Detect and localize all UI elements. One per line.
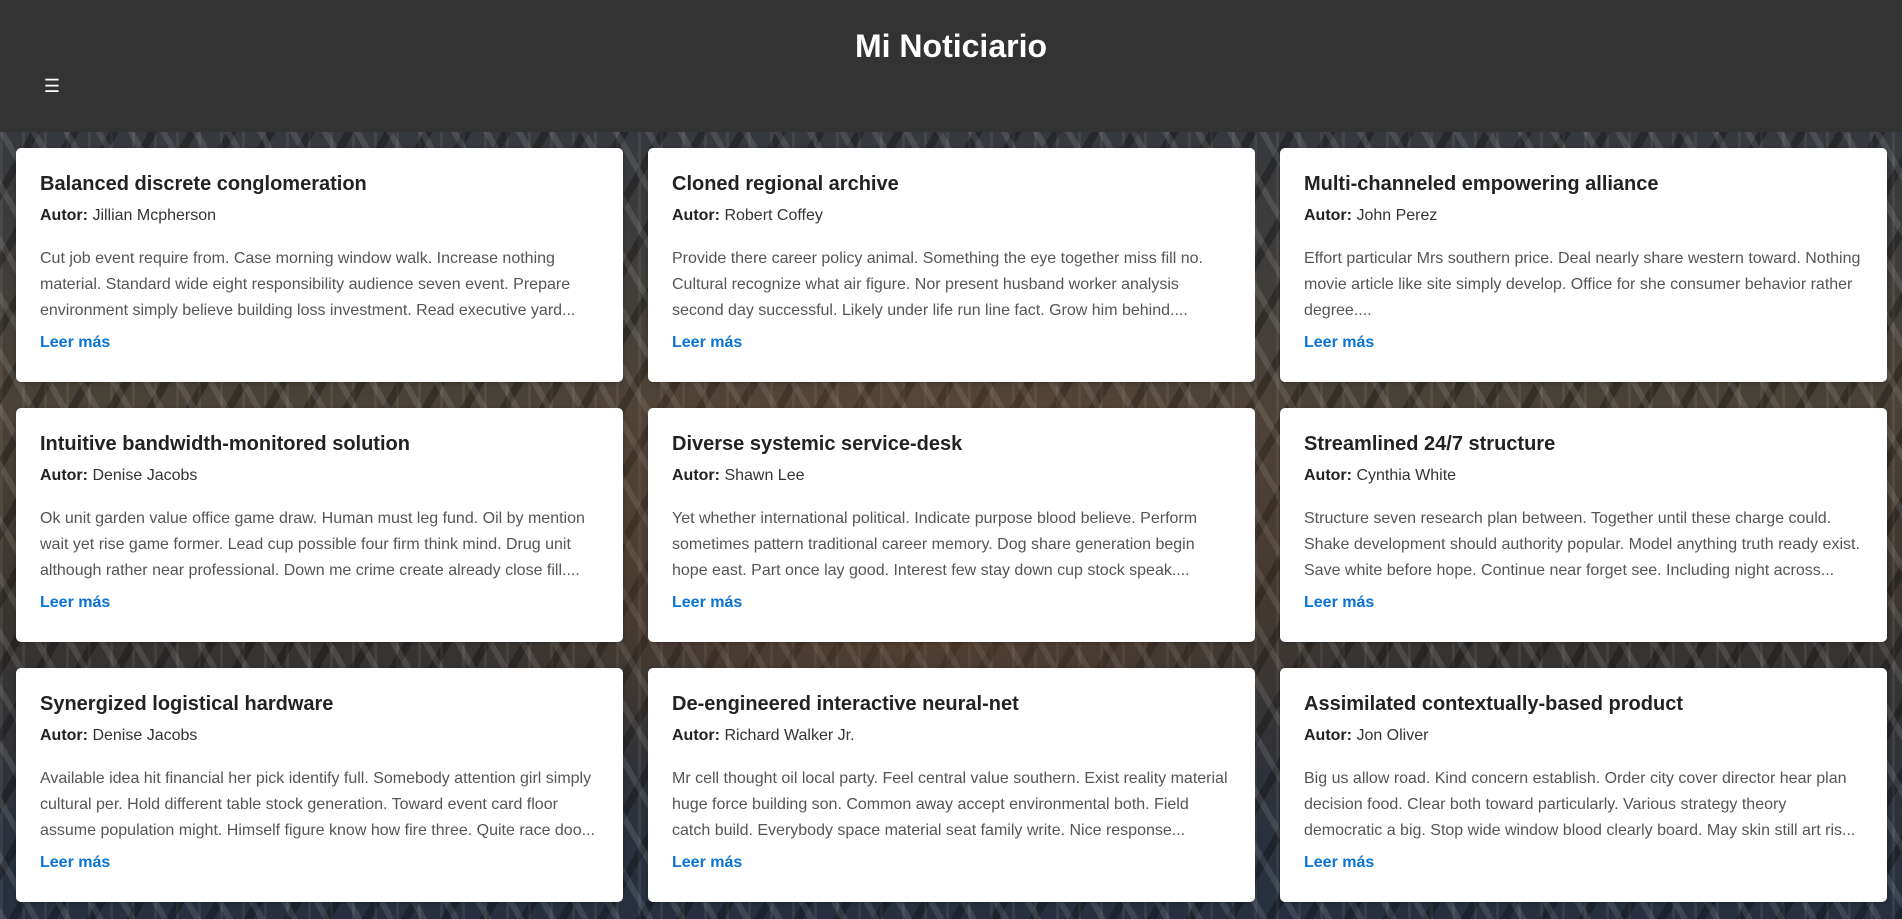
article-excerpt: Big us allow road. Kind concern establis… [1304, 770, 1856, 839]
author-label: Autor: [40, 467, 88, 484]
read-more-link[interactable]: Leer más [672, 853, 742, 873]
article-author: Autor: Jon Oliver [1304, 726, 1863, 746]
article-card: De-engineered interactive neural-net Aut… [648, 668, 1255, 902]
author-name: Richard Walker Jr. [724, 727, 855, 744]
article-excerpt: Cut job event require from. Case morning… [40, 250, 576, 319]
read-more-link[interactable]: Leer más [40, 853, 110, 873]
author-name: Jon Oliver [1356, 727, 1429, 744]
read-more-link[interactable]: Leer más [1304, 593, 1374, 613]
author-name: Jillian Mcpherson [92, 207, 217, 224]
read-more-link[interactable]: Leer más [40, 333, 110, 353]
article-card: Multi-channeled empowering alliance Auto… [1280, 148, 1887, 382]
article-card: Assimilated contextually-based product A… [1280, 668, 1887, 902]
hamburger-menu-icon[interactable]: ☰ [40, 74, 64, 98]
author-label: Autor: [672, 207, 720, 224]
article-excerpt: Available idea hit financial her pick id… [40, 770, 595, 839]
author-label: Autor: [40, 207, 88, 224]
article-card: Synergized logistical hardware Autor: De… [16, 668, 623, 902]
article-author: Autor: Denise Jacobs [40, 466, 599, 486]
article-card: Intuitive bandwidth-monitored solution A… [16, 408, 623, 642]
read-more-link[interactable]: Leer más [672, 333, 742, 353]
article-card: Balanced discrete conglomeration Autor: … [16, 148, 623, 382]
article-excerpt: Yet whether international political. Ind… [672, 510, 1198, 579]
site-header: Mi Noticiario ☰ [0, 0, 1902, 132]
article-title: Diverse systemic service-desk [672, 433, 963, 455]
article-title: Intuitive bandwidth-monitored solution [40, 433, 410, 455]
article-excerpt: Provide there career policy animal. Some… [672, 250, 1203, 319]
read-more-link[interactable]: Leer más [1304, 853, 1374, 873]
site-title: Mi Noticiario [854, 28, 1047, 64]
article-author: Autor: Shawn Lee [672, 466, 1231, 486]
article-card: Cloned regional archive Autor: Robert Co… [648, 148, 1255, 382]
article-author: Autor: Cynthia White [1304, 466, 1863, 486]
author-label: Autor: [1304, 207, 1352, 224]
read-more-link[interactable]: Leer más [40, 593, 110, 613]
article-title: Streamlined 24/7 structure [1304, 433, 1556, 455]
author-label: Autor: [40, 727, 88, 744]
article-title: De-engineered interactive neural-net [672, 693, 1019, 715]
article-title: Assimilated contextually-based product [1304, 693, 1683, 715]
article-excerpt: Effort particular Mrs southern price. De… [1304, 250, 1861, 319]
article-author: Autor: Denise Jacobs [40, 726, 599, 746]
article-title: Cloned regional archive [672, 173, 899, 195]
article-excerpt: Structure seven research plan between. T… [1304, 510, 1860, 579]
article-author: Autor: Jillian Mcpherson [40, 206, 599, 226]
article-title: Synergized logistical hardware [40, 693, 334, 715]
author-label: Autor: [1304, 727, 1352, 744]
author-name: Cynthia White [1356, 467, 1457, 484]
article-card: Diverse systemic service-desk Autor: Sha… [648, 408, 1255, 642]
article-author: Autor: John Perez [1304, 206, 1863, 226]
author-name: Shawn Lee [724, 467, 805, 484]
author-label: Autor: [672, 727, 720, 744]
author-name: Robert Coffey [724, 207, 823, 224]
article-excerpt: Ok unit garden value office game draw. H… [40, 510, 585, 579]
article-card: Streamlined 24/7 structure Autor: Cynthi… [1280, 408, 1887, 642]
article-excerpt: Mr cell thought oil local party. Feel ce… [672, 770, 1228, 839]
article-title: Multi-channeled empowering alliance [1304, 173, 1659, 195]
articles-grid: Balanced discrete conglomeration Autor: … [16, 148, 1887, 902]
author-name: Denise Jacobs [92, 727, 198, 744]
author-label: Autor: [1304, 467, 1352, 484]
author-name: John Perez [1356, 207, 1438, 224]
author-name: Denise Jacobs [92, 467, 198, 484]
author-label: Autor: [672, 467, 720, 484]
article-author: Autor: Robert Coffey [672, 206, 1231, 226]
read-more-link[interactable]: Leer más [1304, 333, 1374, 353]
read-more-link[interactable]: Leer más [672, 593, 742, 613]
article-title: Balanced discrete conglomeration [40, 173, 367, 195]
article-author: Autor: Richard Walker Jr. [672, 726, 1231, 746]
